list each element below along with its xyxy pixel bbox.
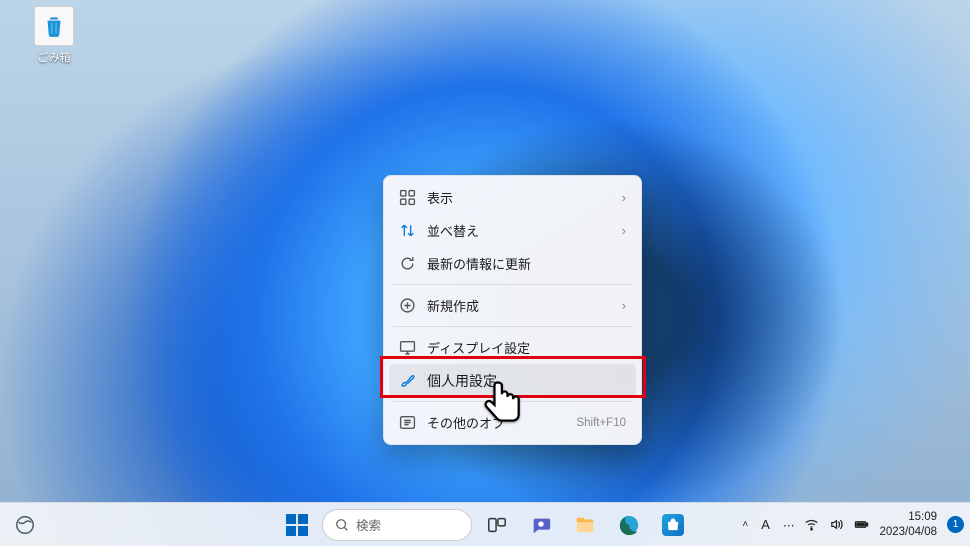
menu-item-label: 個人用設定 [427,371,626,391]
desktop-context-menu: 表示 › 並べ替え › 最新の情報に更新 新規作成 › ディスプレイ設定 個人用… [383,175,642,445]
menu-item-label: 表示 [427,188,611,207]
menu-separator [393,326,632,327]
display-icon [399,339,416,356]
file-explorer-button[interactable] [566,506,604,544]
volume-icon[interactable] [829,517,844,532]
ime-indicator[interactable]: A [758,517,773,532]
menu-item-display-settings[interactable]: ディスプレイ設定 [389,331,636,364]
menu-separator [393,284,632,285]
menu-item-view[interactable]: 表示 › [389,181,636,214]
plus-icon [399,297,416,314]
menu-item-personalize[interactable]: 個人用設定 [389,364,636,397]
store-button[interactable] [654,506,692,544]
clock-date: 2023/04/08 [879,525,937,539]
tray-more-icon[interactable]: ⋯ [783,518,795,532]
windows-logo-icon [286,514,308,536]
menu-separator [393,401,632,402]
refresh-icon [399,255,416,272]
menu-item-more-options[interactable]: その他のオプ Shift+F10 [389,406,636,439]
brush-icon [399,372,416,389]
notification-badge[interactable]: 1 [947,516,964,533]
menu-item-sort[interactable]: 並べ替え › [389,214,636,247]
desktop-icon-label: ごみ箱 [38,49,71,65]
menu-item-label: その他のオプ [427,413,565,432]
chat-button[interactable] [522,506,560,544]
menu-item-label: 最新の情報に更新 [427,254,626,273]
menu-item-shortcut: Shift+F10 [576,417,626,429]
menu-item-new[interactable]: 新規作成 › [389,289,636,322]
chevron-right-icon: › [622,298,626,313]
recycle-bin-icon [34,6,74,46]
taskbar: 検索 ˄ A ⋯ 15:09 2023/04/08 1 [0,502,970,546]
taskbar-search[interactable]: 検索 [322,509,472,541]
wifi-icon[interactable] [804,517,819,532]
edge-button[interactable] [610,506,648,544]
menu-item-label: ディスプレイ設定 [427,338,626,357]
more-icon [399,414,416,431]
task-view-button[interactable] [478,506,516,544]
sort-icon [399,222,416,239]
menu-item-label: 並べ替え [427,221,611,240]
widgets-button[interactable] [6,506,44,544]
menu-item-refresh[interactable]: 最新の情報に更新 [389,247,636,280]
start-button[interactable] [278,506,316,544]
system-tray: ˄ A ⋯ 15:09 2023/04/08 1 [742,510,964,539]
battery-icon[interactable] [854,517,869,532]
chevron-right-icon: › [622,223,626,238]
taskbar-clock[interactable]: 15:09 2023/04/08 [879,510,937,539]
search-placeholder: 検索 [356,515,381,534]
desktop-icon-recycle-bin[interactable]: ごみ箱 [18,6,90,65]
grid-icon [399,189,416,206]
tray-chevron-icon[interactable]: ˄ [742,519,748,530]
search-icon [335,518,349,532]
desktop[interactable]: ごみ箱 表示 › 並べ替え › 最新の情報に更新 新規作成 › ディスプレイ設定 [0,0,970,546]
menu-item-label: 新規作成 [427,296,611,315]
chevron-right-icon: › [622,190,626,205]
clock-time: 15:09 [908,510,937,524]
